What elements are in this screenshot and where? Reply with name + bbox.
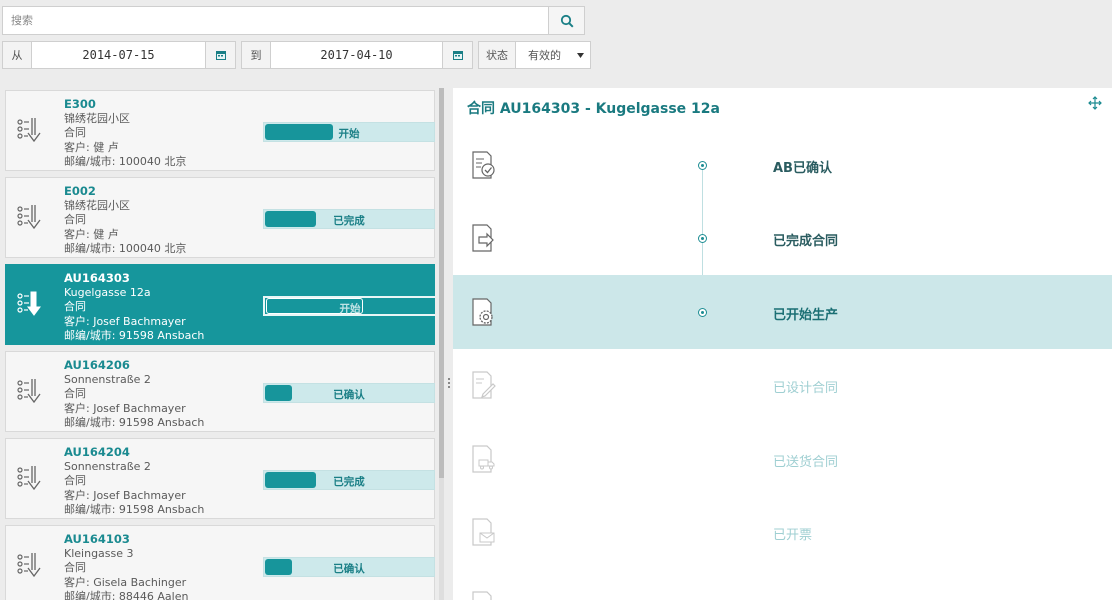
item-name: Kugelgasse 12a <box>64 285 151 299</box>
from-calendar-button[interactable] <box>206 41 236 69</box>
item-address: 邮编/城市: 91598 Ansbach <box>64 329 205 342</box>
to-label: 到 <box>241 41 271 69</box>
list-item[interactable]: AU164204 Sonnenstraße 2 合同 客户: Josef Bac… <box>5 438 435 519</box>
item-code: E002 <box>64 184 96 198</box>
list-scrollbar-thumb[interactable] <box>439 88 444 478</box>
item-address: 邮编/城市: 100040 北京 <box>64 155 187 168</box>
item-type: 合同 <box>64 300 86 313</box>
to-date-input[interactable]: 2017-04-10 <box>271 41 443 69</box>
progress-label: 已确认 <box>333 563 365 575</box>
timeline-step[interactable]: 已完成合同 <box>453 201 1112 275</box>
step-label: 已开票 <box>773 528 813 543</box>
progress-label: 已完成 <box>333 215 365 227</box>
timeline-step[interactable]: 已开票 <box>453 495 1112 569</box>
item-customer: 客户: 健 卢 <box>64 227 119 241</box>
progress-label: 开始 <box>339 303 361 315</box>
item-address: 邮编/城市: 91598 Ansbach <box>64 503 205 516</box>
detail-title: 合同 AU164303 - Kugelgasse 12a <box>467 101 720 117</box>
document-pencil-icon <box>472 371 496 399</box>
item-name: 锦绣花园小区 <box>64 198 130 212</box>
calendar-icon <box>452 51 463 60</box>
item-address: 邮编/城市: 91598 Ansbach <box>64 416 205 429</box>
item-address: 邮编/城市: 100040 北京 <box>64 242 187 255</box>
step-label: AB已确认 <box>773 161 832 176</box>
progress-bar: 开始 <box>263 122 435 142</box>
progress-bar: 开始 <box>263 296 435 316</box>
timeline-dot <box>698 234 707 243</box>
document-arrow-icon <box>472 224 494 252</box>
progress-bar: 已确认 <box>263 383 435 403</box>
step-label: 已设计合同 <box>773 381 839 396</box>
item-name: 锦绣花园小区 <box>64 111 130 125</box>
document-gear-icon <box>472 298 493 326</box>
list-item[interactable]: E300 锦绣花园小区 合同 客户: 健 卢 邮编/城市: 100040 北京 … <box>5 90 435 171</box>
timeline-step-active[interactable]: 已开始生产 <box>453 275 1112 349</box>
list-download-icon <box>17 118 41 143</box>
item-type: 合同 <box>64 213 86 226</box>
from-date-input[interactable]: 2014-07-15 <box>32 41 206 69</box>
progress-bar: 已完成 <box>263 209 435 229</box>
filter-row: 从 2014-07-15 到 2017-04-10 状态 有效的 <box>2 41 591 69</box>
item-type: 合同 <box>64 126 86 139</box>
caret-down-icon <box>577 53 584 58</box>
item-code: E300 <box>64 97 96 111</box>
contract-list: E300 锦绣花园小区 合同 客户: 健 卢 邮编/城市: 100040 北京 … <box>5 90 435 600</box>
item-customer: 客户: Josef Bachmayer <box>64 401 186 415</box>
list-item[interactable]: AU164206 Sonnenstraße 2 合同 客户: Josef Bac… <box>5 351 435 432</box>
list-item[interactable]: AU164103 Kleingasse 3 合同 客户: Gisela Bach… <box>5 525 435 600</box>
document-icon <box>472 591 492 600</box>
timeline-step[interactable]: 已设计合同 <box>453 348 1112 422</box>
item-code: AU164206 <box>64 358 130 372</box>
list-download-icon <box>17 205 41 230</box>
list-download-icon <box>17 291 41 316</box>
item-customer: 客户: Josef Bachmayer <box>64 314 186 328</box>
document-check-icon <box>472 151 495 179</box>
step-label: 已完成合同 <box>773 234 839 249</box>
progress-label: 已确认 <box>333 389 365 401</box>
item-customer: 客户: Gisela Bachinger <box>64 575 187 589</box>
document-mail-icon <box>472 518 495 546</box>
list-download-icon <box>17 466 41 491</box>
item-type: 合同 <box>64 561 86 574</box>
timeline-dot <box>698 161 707 170</box>
list-item-selected[interactable]: AU164303 Kugelgasse 12a 合同 客户: Josef Bac… <box>5 264 435 345</box>
list-download-icon <box>17 553 41 578</box>
item-name: Kleingasse 3 <box>64 546 134 560</box>
item-type: 合同 <box>64 387 86 400</box>
progress-label: 开始 <box>338 128 360 140</box>
panel-splitter-handle[interactable] <box>447 376 451 392</box>
status-select[interactable]: 有效的 <box>516 41 591 69</box>
item-name: Sonnenstraße 2 <box>64 372 151 386</box>
item-name: Sonnenstraße 2 <box>64 459 151 473</box>
step-label: 已开始生产 <box>773 308 839 323</box>
to-calendar-button[interactable] <box>443 41 473 69</box>
search-icon <box>560 14 574 28</box>
progress-bar: 已确认 <box>263 557 435 577</box>
calendar-icon <box>215 51 226 60</box>
search-bar <box>2 6 585 35</box>
item-address: 邮编/城市: 88446 Aalen <box>64 590 189 600</box>
item-customer: 客户: 健 卢 <box>64 140 119 154</box>
list-item[interactable]: E002 锦绣花园小区 合同 客户: 健 卢 邮编/城市: 100040 北京 … <box>5 177 435 258</box>
item-type: 合同 <box>64 474 86 487</box>
item-code: AU164303 <box>64 271 130 285</box>
timeline-dot <box>698 308 707 317</box>
item-code: AU164204 <box>64 445 130 459</box>
contract-detail-panel: 合同 AU164303 - Kugelgasse 12a AB已确认 已完成合同… <box>453 88 1112 600</box>
step-label: 已送货合同 <box>773 455 839 470</box>
timeline-step[interactable]: AB已确认 <box>453 128 1112 202</box>
search-input[interactable] <box>3 7 548 34</box>
progress-bar: 已完成 <box>263 470 435 490</box>
list-download-icon <box>17 379 41 404</box>
from-label: 从 <box>2 41 32 69</box>
progress-label: 已完成 <box>333 476 365 488</box>
timeline-step[interactable]: 已送货合同 <box>453 422 1112 496</box>
status-select-value: 有效的 <box>528 49 561 62</box>
item-code: AU164103 <box>64 532 130 546</box>
item-customer: 客户: Josef Bachmayer <box>64 488 186 502</box>
search-button[interactable] <box>548 7 584 34</box>
status-label: 状态 <box>478 41 516 69</box>
expand-icon[interactable] <box>1088 96 1102 110</box>
document-truck-icon <box>472 445 495 473</box>
